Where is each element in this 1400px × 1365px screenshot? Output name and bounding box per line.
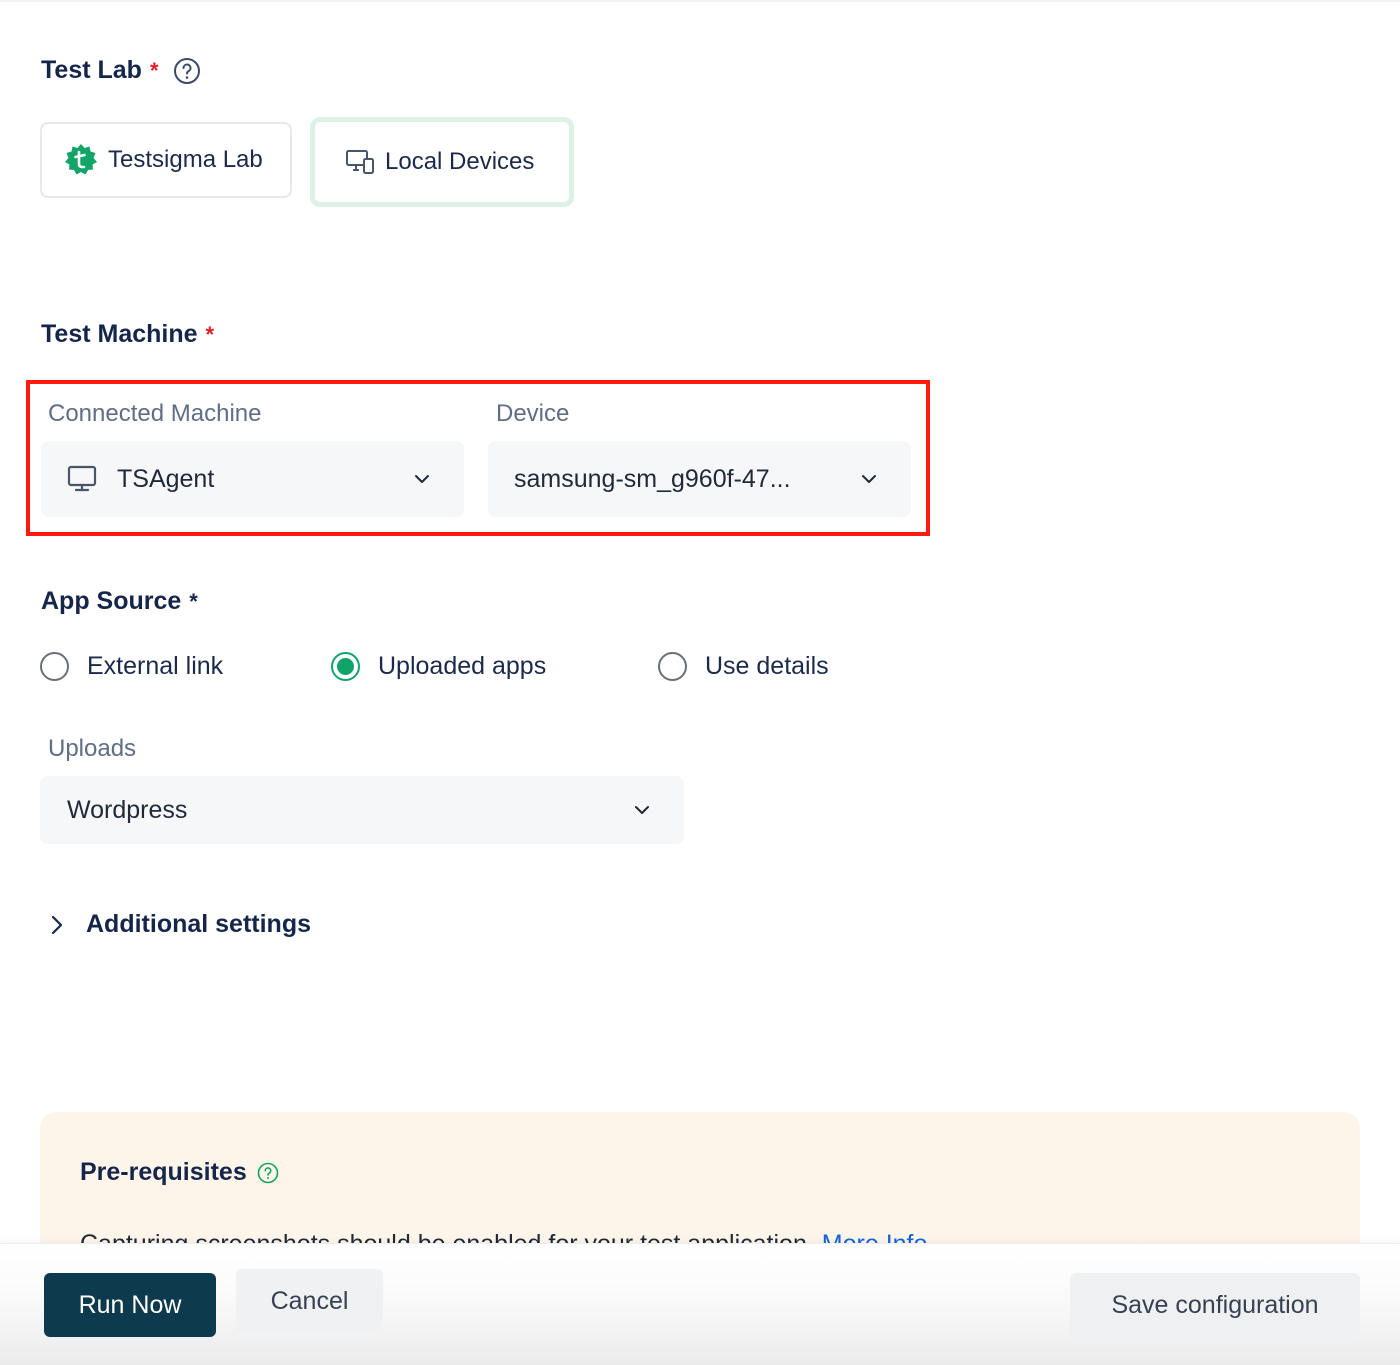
top-divider	[0, 0, 1400, 2]
test-lab-title: Test Lab	[41, 56, 142, 84]
chevron-down-icon	[414, 474, 430, 484]
local-devices-label: Local Devices	[385, 148, 535, 175]
chevron-down-icon	[634, 805, 650, 815]
app-source-title: App Source	[41, 587, 182, 615]
uploads-label: Uploads	[48, 735, 137, 762]
radio-circle-checked[interactable]	[331, 652, 360, 681]
test-machine-title: Test Machine	[41, 320, 198, 348]
run-now-button[interactable]: Run Now	[44, 1273, 216, 1337]
uploads-select[interactable]: Wordpress	[40, 776, 684, 844]
desktop-mobile-icon	[345, 149, 375, 175]
chevron-right-icon	[50, 915, 64, 935]
local-devices-option[interactable]: Local Devices	[310, 117, 574, 207]
testsigma-logo-icon	[64, 143, 98, 177]
test-machine-heading: Test Machine *	[41, 320, 214, 349]
additional-settings-toggle[interactable]: Additional settings	[50, 910, 311, 939]
footer-bar: Run Now Cancel Save configuration	[0, 1243, 1400, 1365]
device-select[interactable]: samsung-sm_g960f-47...	[488, 441, 911, 517]
radio-circle[interactable]	[658, 652, 687, 681]
test-lab-heading: Test Lab *	[41, 56, 201, 85]
required-asterisk: *	[205, 321, 215, 347]
radio-uploaded-apps[interactable]: Uploaded apps	[331, 652, 546, 681]
radio-external-link[interactable]: External link	[40, 652, 223, 681]
radio-label: External link	[87, 652, 224, 680]
question-circle-icon[interactable]	[173, 57, 201, 85]
monitor-icon	[67, 465, 97, 493]
uploads-value: Wordpress	[67, 795, 188, 824]
radio-label: Uploaded apps	[378, 652, 547, 680]
prerequisites-title: Pre-requisites	[80, 1158, 247, 1186]
radio-label: Use details	[705, 652, 829, 680]
required-asterisk: *	[189, 588, 198, 614]
device-value: samsung-sm_g960f-47...	[514, 464, 791, 493]
question-circle-icon[interactable]	[257, 1162, 279, 1184]
additional-settings-label: Additional settings	[86, 910, 311, 938]
radio-circle[interactable]	[40, 652, 69, 681]
connected-machine-label: Connected Machine	[48, 400, 262, 427]
save-configuration-button[interactable]: Save configuration	[1070, 1273, 1360, 1337]
testsigma-lab-option[interactable]: Testsigma Lab	[40, 122, 292, 198]
chevron-down-icon	[861, 474, 877, 484]
app-source-heading: App Source *	[41, 587, 198, 616]
required-asterisk: *	[149, 57, 159, 83]
connected-machine-select[interactable]: TSAgent	[41, 441, 464, 517]
device-label: Device	[496, 400, 570, 427]
connected-machine-value: TSAgent	[117, 464, 215, 493]
radio-use-details[interactable]: Use details	[658, 652, 829, 681]
prerequisites-heading: Pre-requisites	[80, 1158, 279, 1187]
testsigma-lab-label: Testsigma Lab	[108, 146, 263, 173]
cancel-button[interactable]: Cancel	[236, 1269, 383, 1333]
